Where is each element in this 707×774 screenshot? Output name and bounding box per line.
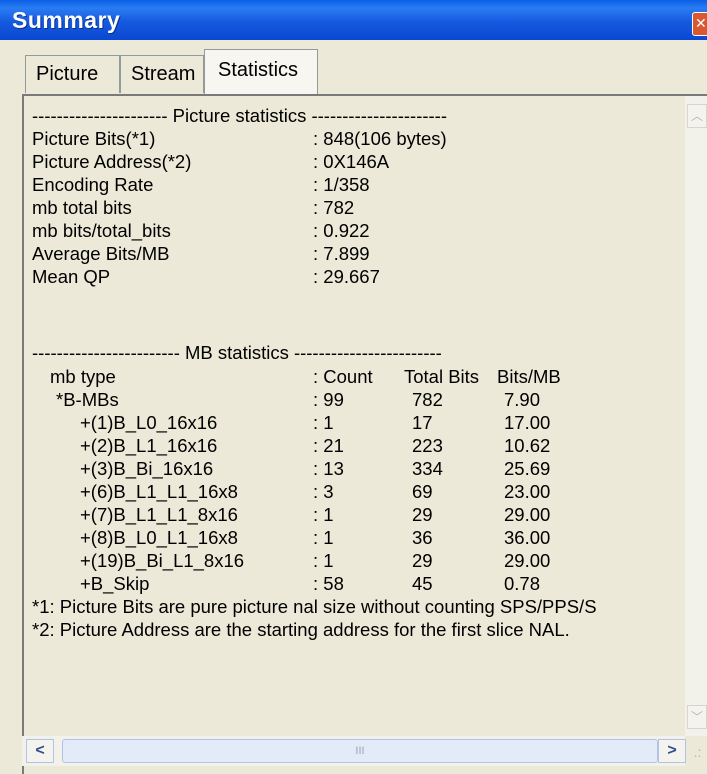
stat-label: Average Bits/MB bbox=[32, 243, 170, 264]
mb-count: : 1 bbox=[313, 504, 334, 525]
stat-value: : 0X146A bbox=[313, 151, 390, 172]
mb-count: : 1 bbox=[313, 550, 334, 571]
mb-type: +(8)B_L0_L1_16x8 bbox=[80, 527, 238, 548]
arrow-right-icon: > bbox=[667, 742, 677, 759]
mb-count: : 1 bbox=[313, 527, 334, 548]
mb-count: : 3 bbox=[313, 481, 334, 502]
summary-window: Summary ✕ Picture Stream Statistics ----… bbox=[0, 0, 707, 774]
mb-total-bits: 334 bbox=[412, 458, 443, 479]
mb-total-bits: 45 bbox=[412, 573, 433, 594]
mb-type: *B-MBs bbox=[56, 389, 119, 410]
stat-label: Encoding Rate bbox=[32, 174, 154, 195]
stat-label: mb total bits bbox=[32, 197, 132, 218]
col-total-bits: Total Bits bbox=[404, 366, 480, 387]
mb-bits-per-mb: 10.62 bbox=[504, 435, 551, 456]
close-button[interactable]: ✕ bbox=[692, 12, 707, 36]
mb-type: +(2)B_L1_16x16 bbox=[80, 435, 218, 456]
stat-label: Picture Address(*2) bbox=[32, 151, 192, 172]
tab-statistics-label: Statistics bbox=[218, 59, 299, 81]
col-bits-per-mb: Bits/MB bbox=[497, 366, 561, 387]
mb-count: : 99 bbox=[313, 389, 344, 410]
footnote-2: *2: Picture Address are the starting add… bbox=[32, 619, 570, 640]
horizontal-scroll-thumb[interactable]: III bbox=[62, 739, 658, 763]
scroll-down-button[interactable]: ﹀ bbox=[687, 705, 707, 729]
stat-value: : 7.899 bbox=[313, 243, 370, 264]
tab-picture-label: Picture bbox=[36, 63, 99, 85]
stat-label: Picture Bits(*1) bbox=[32, 128, 156, 149]
close-icon: ✕ bbox=[695, 15, 707, 31]
mb-count: : 13 bbox=[313, 458, 344, 479]
tab-picture[interactable]: Picture bbox=[25, 55, 120, 93]
stat-value: : 29.667 bbox=[313, 266, 380, 287]
mb-count: : 21 bbox=[313, 435, 344, 456]
stat-value: : 1/358 bbox=[313, 174, 370, 195]
window-title: Summary bbox=[12, 7, 121, 33]
mb-total-bits: 36 bbox=[412, 527, 433, 548]
mb-bits-per-mb: 29.00 bbox=[504, 504, 551, 525]
arrow-up-icon: ︿ bbox=[690, 109, 703, 123]
col-mb-type: mb type bbox=[50, 366, 116, 387]
tab-stream-label: Stream bbox=[131, 63, 196, 85]
mb-bits-per-mb: 17.00 bbox=[504, 412, 551, 433]
mb-bits-per-mb: 23.00 bbox=[504, 481, 551, 502]
tab-stream[interactable]: Stream bbox=[120, 55, 204, 93]
picture-stats-header: ---------------------- Picture statistic… bbox=[32, 105, 447, 126]
mb-type: +(1)B_L0_16x16 bbox=[80, 412, 218, 433]
mb-bits-per-mb: 25.69 bbox=[504, 458, 551, 479]
mb-total-bits: 29 bbox=[412, 504, 433, 525]
stat-value: : 782 bbox=[313, 197, 355, 218]
mb-total-bits: 782 bbox=[412, 389, 443, 410]
col-count: : Count bbox=[313, 366, 373, 387]
mb-total-bits: 29 bbox=[412, 550, 433, 571]
mb-bits-per-mb: 7.90 bbox=[504, 389, 541, 410]
arrow-left-icon: < bbox=[35, 742, 45, 759]
resize-grip-icon[interactable]: .: bbox=[688, 741, 707, 763]
mb-bits-per-mb: 36.00 bbox=[504, 527, 551, 548]
scroll-up-button[interactable]: ︿ bbox=[687, 104, 707, 128]
arrow-down-icon: ﹀ bbox=[690, 710, 703, 724]
stat-value: : 0.922 bbox=[313, 220, 370, 241]
mb-bits-per-mb: 29.00 bbox=[504, 550, 551, 571]
footnote-1: *1: Picture Bits are pure picture nal si… bbox=[32, 596, 597, 617]
stat-label: mb bits/total_bits bbox=[32, 220, 171, 241]
tab-statistics[interactable]: Statistics bbox=[204, 49, 318, 95]
mb-total-bits: 223 bbox=[412, 435, 443, 456]
mb-type: +(3)B_Bi_16x16 bbox=[80, 458, 214, 479]
mb-type: +(7)B_L1_L1_8x16 bbox=[80, 504, 238, 525]
scroll-right-button[interactable]: > bbox=[658, 739, 686, 763]
scroll-left-button[interactable]: < bbox=[26, 739, 54, 763]
mb-bits-per-mb: 0.78 bbox=[504, 573, 541, 594]
vertical-scrollbar[interactable] bbox=[685, 96, 707, 736]
thumb-grip-icon: III bbox=[355, 745, 365, 757]
mb-total-bits: 69 bbox=[412, 481, 433, 502]
mb-total-bits: 17 bbox=[412, 412, 433, 433]
statistics-text: ---------------------- Picture statistic… bbox=[32, 105, 682, 725]
mb-count: : 58 bbox=[313, 573, 344, 594]
mb-stats-header: ------------------------ MB statistics -… bbox=[32, 342, 442, 363]
mb-type: +(19)B_Bi_L1_8x16 bbox=[80, 550, 245, 571]
mb-count: : 1 bbox=[313, 412, 334, 433]
mb-type: +B_Skip bbox=[80, 573, 150, 594]
mb-type: +(6)B_L1_L1_16x8 bbox=[80, 481, 238, 502]
stat-label: Mean QP bbox=[32, 266, 111, 287]
title-bar[interactable]: Summary ✕ bbox=[0, 0, 707, 40]
stat-value: : 848(106 bytes) bbox=[313, 128, 447, 149]
